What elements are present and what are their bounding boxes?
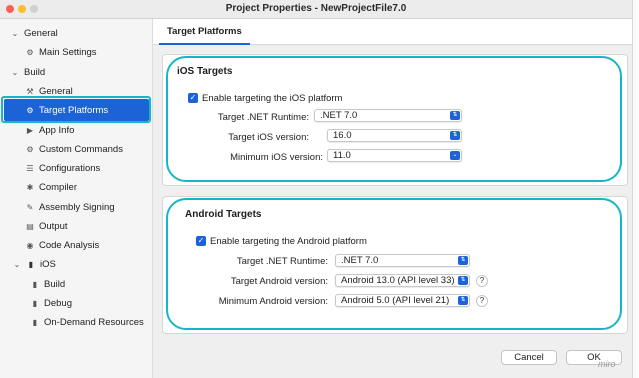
sidebar-item-ios-debug[interactable]: ▮ Debug bbox=[30, 294, 72, 313]
sidebar-item-on-demand-resources[interactable]: ▮ On-Demand Resources bbox=[30, 313, 144, 332]
tab-bar: Target Platforms bbox=[153, 19, 632, 45]
updown-arrow-icon: ⇅ bbox=[450, 111, 460, 120]
background-window-edge bbox=[632, 0, 639, 378]
sidebar-item-main-settings[interactable]: ⚙ Main Settings bbox=[25, 43, 97, 62]
signing-icon: ✎ bbox=[26, 203, 34, 212]
select-value: 11.0 bbox=[333, 150, 351, 161]
sidebar-item-compiler[interactable]: ✱ Compiler bbox=[25, 178, 77, 197]
sidebar-item-general-group[interactable]: ⌄ General bbox=[10, 24, 58, 43]
select-value: Android 5.0 (API level 21) bbox=[341, 295, 450, 306]
ios-enable-label: Enable targeting the iOS platform bbox=[202, 93, 343, 104]
square-icon: ▮ bbox=[32, 299, 38, 308]
sidebar-item-label: Configurations bbox=[39, 163, 101, 174]
android-enable-label: Enable targeting the Android platform bbox=[210, 236, 367, 247]
sidebar-item-target-platforms[interactable]: ⚙ Target Platforms bbox=[25, 101, 108, 120]
select-value: .NET 7.0 bbox=[341, 255, 379, 266]
compiler-icon: ✱ bbox=[26, 183, 34, 192]
chevron-down-icon[interactable]: ⌄ bbox=[10, 63, 20, 82]
sidebar-item-label: Code Analysis bbox=[39, 240, 100, 251]
output-icon: ▤ bbox=[26, 222, 34, 231]
sidebar-item-label: App Info bbox=[39, 125, 75, 136]
select-value: .NET 7.0 bbox=[320, 110, 358, 121]
gear-icon: ⚙ bbox=[26, 48, 34, 57]
sidebar-item-label: On-Demand Resources bbox=[44, 317, 144, 328]
sidebar-item-ios-group[interactable]: ⌄ ▮ iOS bbox=[12, 255, 56, 274]
sidebar-item-label: Debug bbox=[44, 298, 72, 309]
ios-runtime-select[interactable]: .NET 7.0 ⇅ bbox=[314, 109, 462, 122]
title-bar: Project Properties - NewProjectFile7.0 bbox=[0, 0, 632, 19]
ios-target-version-select[interactable]: 16.0 ⇅ bbox=[327, 129, 462, 142]
list-icon: ☰ bbox=[26, 164, 34, 173]
chevron-down-icon[interactable]: ⌄ bbox=[12, 255, 22, 274]
tab-target-platforms[interactable]: Target Platforms bbox=[159, 23, 250, 45]
main-content: Target Platforms iOS Targets ✓ Enable ta… bbox=[153, 19, 632, 378]
ios-runtime-label: Target .NET Runtime: bbox=[217, 112, 309, 123]
sidebar-item-configurations[interactable]: ☰ Configurations bbox=[25, 159, 100, 178]
sidebar-item-ios-build[interactable]: ▮ Build bbox=[30, 275, 65, 294]
chevron-down-icon[interactable]: ⌄ bbox=[10, 24, 20, 43]
sidebar-item-label: Assembly Signing bbox=[39, 202, 115, 213]
sidebar-item-label: Target Platforms bbox=[39, 105, 109, 116]
android-min-help-icon[interactable]: ? bbox=[476, 295, 488, 307]
sidebar-item-app-info[interactable]: ▶ App Info bbox=[25, 121, 74, 140]
sidebar-item-label: Main Settings bbox=[39, 47, 97, 58]
sidebar-item-label: Custom Commands bbox=[39, 144, 123, 155]
gear-icon: ⚙ bbox=[26, 145, 34, 154]
updown-arrow-icon: ⇅ bbox=[458, 256, 468, 265]
cancel-button[interactable]: Cancel bbox=[501, 350, 557, 365]
sidebar-item-label: Build bbox=[24, 67, 46, 78]
select-value: 16.0 bbox=[333, 130, 352, 141]
sidebar-item-label: Build bbox=[44, 279, 66, 290]
play-icon: ▶ bbox=[26, 126, 34, 135]
ios-min-version-select[interactable]: 11.0 ⌄ bbox=[327, 149, 462, 162]
square-icon: ▮ bbox=[32, 280, 38, 289]
android-runtime-label: Target .NET Runtime: bbox=[236, 256, 328, 267]
android-target-version-select[interactable]: Android 13.0 (API level 33) ⇅ bbox=[335, 274, 470, 287]
sidebar: ⌄ General ⚙ Main Settings ⌄ Build ⚒ General … bbox=[0, 19, 153, 378]
android-min-version-label: Minimum Android version: bbox=[218, 296, 328, 307]
device-icon: ▮ bbox=[28, 260, 34, 269]
sidebar-item-output[interactable]: ▤ Output bbox=[25, 217, 68, 236]
updown-arrow-icon: ⇅ bbox=[458, 276, 468, 285]
sidebar-item-label: General bbox=[39, 86, 73, 97]
sidebar-item-label: General bbox=[24, 28, 58, 39]
chevron-down-icon: ⌄ bbox=[450, 151, 460, 160]
sidebar-item-code-analysis[interactable]: ◉ Code Analysis bbox=[25, 236, 100, 255]
ios-enable-checkbox[interactable]: ✓ bbox=[188, 93, 198, 103]
select-value: Android 13.0 (API level 33) bbox=[341, 275, 455, 286]
sidebar-item-label: iOS bbox=[40, 259, 56, 270]
sidebar-item-build-group[interactable]: ⌄ Build bbox=[10, 63, 45, 82]
sidebar-item-label: Output bbox=[39, 221, 68, 232]
android-target-version-label: Target Android version: bbox=[230, 276, 328, 287]
sidebar-item-label: Compiler bbox=[39, 182, 78, 193]
android-target-help-icon[interactable]: ? bbox=[476, 275, 488, 287]
window-title: Project Properties - NewProjectFile7.0 bbox=[225, 3, 407, 14]
gear-icon: ⚙ bbox=[26, 106, 34, 115]
sidebar-item-custom-commands[interactable]: ⚙ Custom Commands bbox=[25, 140, 123, 159]
ios-min-version-label: Minimum iOS version: bbox=[230, 152, 323, 163]
ios-targets-title: iOS Targets bbox=[177, 66, 233, 77]
ios-target-version-label: Target iOS version: bbox=[228, 132, 309, 143]
miro-watermark: miro bbox=[598, 359, 616, 369]
hammer-icon: ⚒ bbox=[26, 87, 34, 96]
sidebar-item-build-general[interactable]: ⚒ General bbox=[25, 82, 73, 101]
android-enable-checkbox[interactable]: ✓ bbox=[196, 236, 206, 246]
sidebar-item-assembly-signing[interactable]: ✎ Assembly Signing bbox=[25, 198, 115, 217]
square-icon: ▮ bbox=[32, 318, 38, 327]
android-targets-title: Android Targets bbox=[185, 209, 262, 220]
updown-arrow-icon: ⇅ bbox=[450, 131, 460, 140]
target-icon: ◉ bbox=[26, 241, 34, 250]
android-runtime-select[interactable]: .NET 7.0 ⇅ bbox=[335, 254, 470, 267]
updown-arrow-icon: ⇅ bbox=[458, 296, 468, 305]
android-min-version-select[interactable]: Android 5.0 (API level 21) ⇅ bbox=[335, 294, 470, 307]
